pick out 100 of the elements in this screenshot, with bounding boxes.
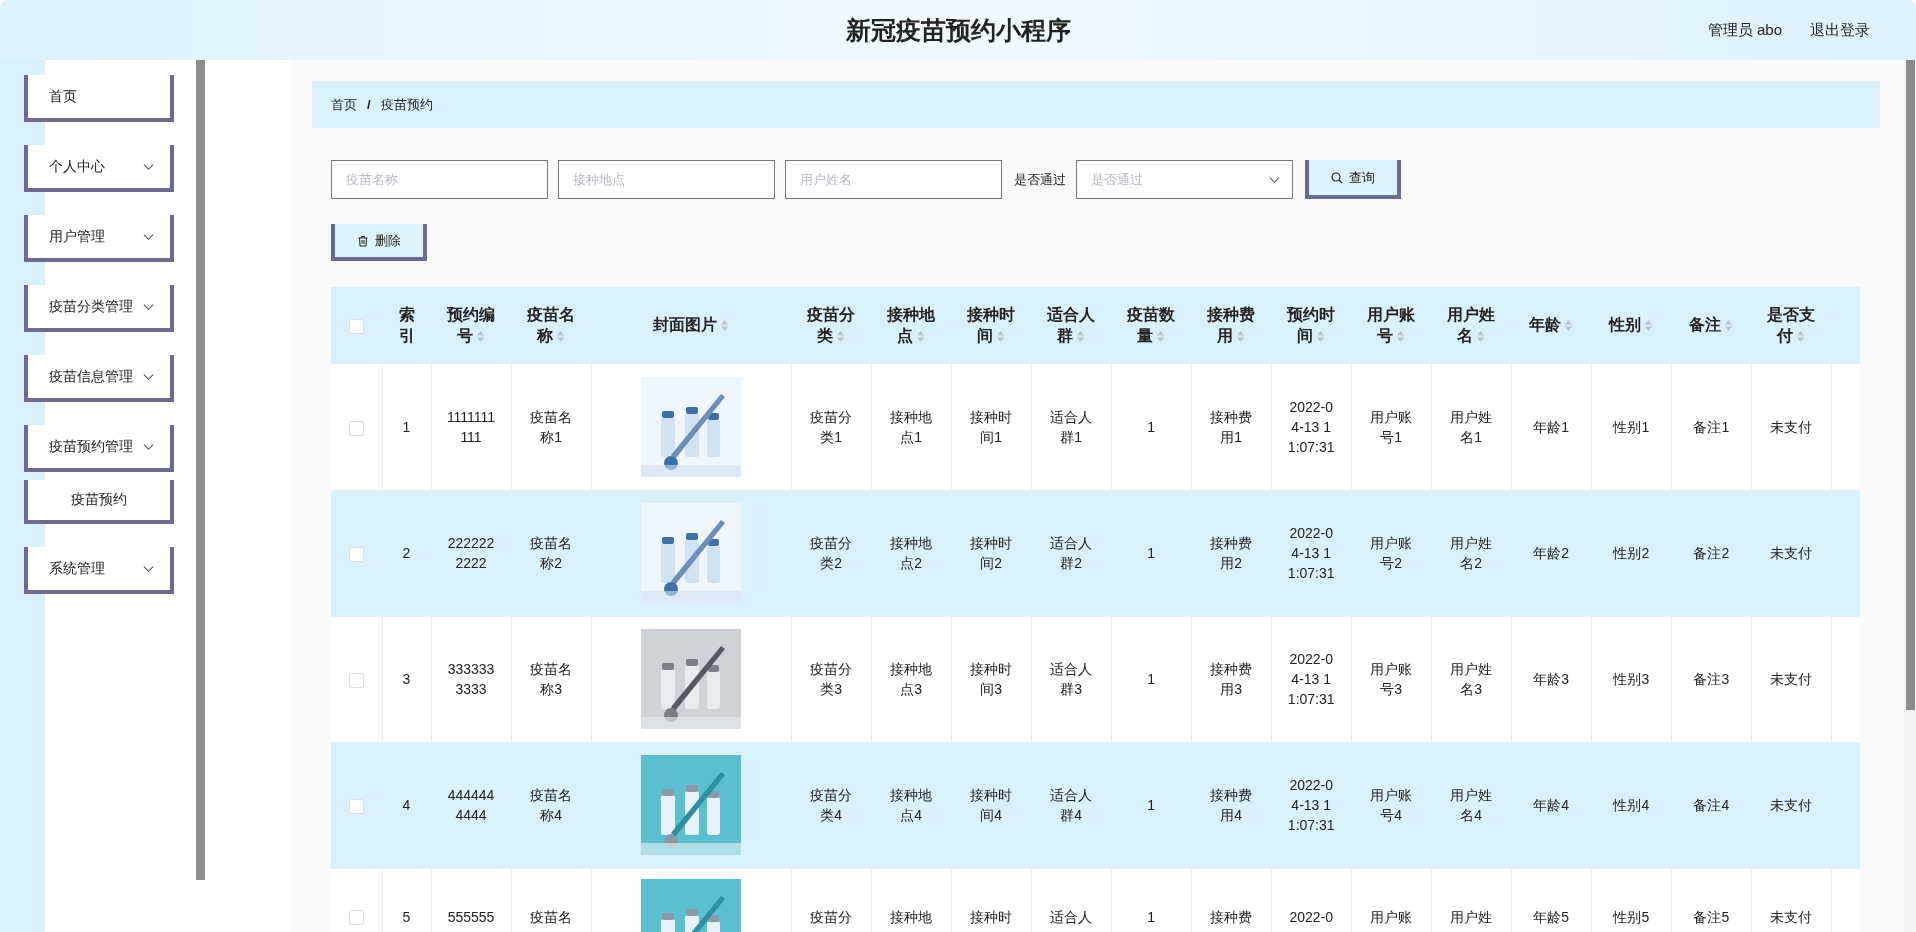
checkbox[interactable] xyxy=(348,910,364,926)
filter-label: 是否通过 xyxy=(1014,170,1066,189)
sort-icon[interactable] xyxy=(1476,329,1486,343)
checkbox[interactable] xyxy=(348,798,364,814)
table-cell-text: 性别2 xyxy=(1611,544,1651,563)
sort-icon[interactable] xyxy=(916,329,926,343)
column-header[interactable]: 年龄 xyxy=(1511,287,1592,364)
search-field[interactable]: 用户姓名 xyxy=(785,160,1002,199)
submenu-item[interactable]: 疫苗预约 xyxy=(24,480,174,524)
scrollbar[interactable] xyxy=(1906,60,1915,710)
sidebar-item[interactable]: 首页 xyxy=(24,75,174,122)
table-cell-text: 接种时 xyxy=(969,907,1014,927)
column-header[interactable]: 疫苗数量 xyxy=(1111,287,1192,364)
table-cell-text: 1 xyxy=(1146,796,1157,815)
sort-icon[interactable] xyxy=(556,329,566,343)
table-cell-text: 性别1 xyxy=(1611,417,1651,437)
table-cell-text: 用户姓名4 xyxy=(1449,786,1494,825)
chevron-down-icon xyxy=(143,442,154,451)
chevron-down-icon xyxy=(143,564,154,573)
table-cell-text: 适合人群2 xyxy=(1049,534,1094,573)
table-cell-text: 接种地点4 xyxy=(889,786,934,825)
column-header[interactable]: 封面图片 xyxy=(591,287,792,364)
sort-icon[interactable] xyxy=(996,329,1006,343)
sort-icon[interactable] xyxy=(1156,329,1166,343)
sort-icon[interactable] xyxy=(1724,319,1734,332)
sidebar-item[interactable]: 个人中心 xyxy=(24,145,174,192)
sort-icon[interactable] xyxy=(836,329,846,343)
table-cell-text: 用户账 xyxy=(1369,907,1414,927)
table-cell-text: 备注2 xyxy=(1692,544,1731,563)
logout-link[interactable]: 退出登录 xyxy=(1810,20,1870,40)
scrollbar[interactable] xyxy=(196,60,205,880)
column-header[interactable]: 接种地点 xyxy=(871,287,952,364)
table-cell-text: 2022-04-13 11:07:31 xyxy=(1286,524,1336,583)
column-header[interactable]: 用户姓名 xyxy=(1431,287,1512,364)
sort-icon[interactable] xyxy=(1236,329,1246,343)
column-header[interactable]: 索引 xyxy=(382,287,431,364)
table-cell-text: 4444444444 xyxy=(446,786,496,825)
sidebar-item[interactable]: 用户管理 xyxy=(24,215,174,262)
table-cell-text: 2022-04-13 11:07:31 xyxy=(1286,776,1336,835)
app-title: 新冠疫苗预约小程序 xyxy=(845,14,1071,46)
table-cell-text: 疫苗分 xyxy=(809,907,854,927)
chevron-down-icon xyxy=(1269,175,1280,184)
sort-icon[interactable] xyxy=(1316,329,1326,343)
sort-icon[interactable] xyxy=(1796,329,1806,343)
table-cell-text: 用户姓 xyxy=(1449,907,1494,927)
table-cell-text: 适合人群1 xyxy=(1049,407,1094,447)
checkbox[interactable] xyxy=(348,318,364,334)
column-header[interactable]: 适合人群 xyxy=(1031,287,1112,364)
search-field[interactable]: 接种地点 xyxy=(558,160,775,199)
column-header[interactable]: 预约编号 xyxy=(431,287,512,364)
column-header[interactable]: 预约时间 xyxy=(1271,287,1352,364)
table-cell-text: 1 xyxy=(1146,907,1157,927)
table-cell-text: 备注3 xyxy=(1692,670,1731,689)
column-header[interactable]: 性别 xyxy=(1591,287,1672,364)
column-header[interactable]: 接种时间 xyxy=(951,287,1032,364)
search-field[interactable]: 疫苗名称 xyxy=(331,160,548,199)
sort-icon[interactable] xyxy=(1396,329,1406,343)
table-cell-text: 接种地点3 xyxy=(889,660,934,699)
chevron-down-icon xyxy=(143,372,154,381)
sidebar-item[interactable]: 疫苗预约管理 xyxy=(24,425,174,472)
sidebar-item[interactable]: 疫苗信息管理 xyxy=(24,355,174,402)
checkbox[interactable] xyxy=(348,420,364,436)
column-header[interactable]: 疫苗分类 xyxy=(791,287,872,364)
column-header[interactable]: 疫苗名称 xyxy=(511,287,592,364)
table-cell-text: 555555 xyxy=(446,907,496,927)
table-cell-text: 年龄1 xyxy=(1532,417,1571,437)
sidebar-item[interactable]: 疫苗分类管理 xyxy=(24,285,174,332)
table-cell-text: 用户账号3 xyxy=(1369,660,1414,699)
table-cell-text: 备注5 xyxy=(1692,907,1731,927)
breadcrumb-item[interactable]: 首页 xyxy=(331,95,357,114)
table-cell-text: 2022-0 xyxy=(1288,907,1334,927)
column-header[interactable]: 是否支付 xyxy=(1751,287,1832,364)
table-cell-text: 3 xyxy=(401,670,412,689)
sort-icon[interactable] xyxy=(720,319,730,332)
sort-icon[interactable] xyxy=(1076,329,1086,343)
table-cell-text: 性别4 xyxy=(1611,796,1651,815)
sort-icon[interactable] xyxy=(476,329,485,343)
column-header[interactable]: 接种费用 xyxy=(1191,287,1272,364)
table-cell-text: 适合人群3 xyxy=(1049,660,1094,699)
table-cell-text: 备注4 xyxy=(1692,796,1731,815)
table-cell-text: 2 xyxy=(401,544,412,563)
checkbox[interactable] xyxy=(348,546,364,562)
column-header[interactable]: 备注 xyxy=(1671,287,1752,364)
sort-icon[interactable] xyxy=(1644,319,1654,332)
table-cell-text: 1 xyxy=(1146,417,1157,437)
delete-button[interactable]: 删除 xyxy=(331,224,427,261)
table-cell-text: 1 xyxy=(401,417,412,437)
checkbox[interactable] xyxy=(348,672,364,688)
table-cell-text: 适合人群4 xyxy=(1049,786,1094,825)
sidebar-item[interactable]: 系统管理 xyxy=(24,547,174,594)
table-cell-text: 2222222222 xyxy=(446,534,496,573)
breadcrumb-item[interactable]: 疫苗预约 xyxy=(380,95,433,114)
table-cell-text: 5 xyxy=(401,907,412,927)
table-cell-text: 年龄5 xyxy=(1532,907,1571,927)
column-header[interactable]: 用户账号 xyxy=(1351,287,1432,364)
search-button[interactable]: 查询 xyxy=(1305,160,1401,199)
sort-icon[interactable] xyxy=(1564,319,1574,332)
table-cell-text: 疫苗分类3 xyxy=(809,660,854,699)
table-cell-text: 1111111111 xyxy=(446,407,496,447)
table-cell-text: 未支付 xyxy=(1769,907,1814,927)
